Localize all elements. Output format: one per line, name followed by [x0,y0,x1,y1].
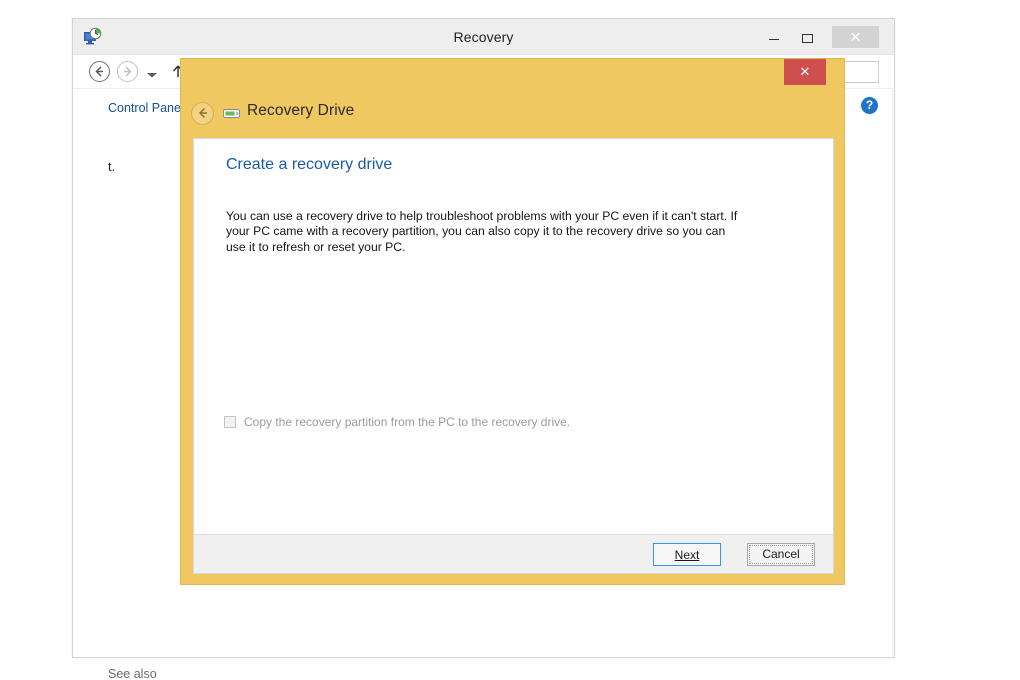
next-button[interactable]: Next [653,543,721,566]
back-arrow-icon [90,62,109,81]
forward-button[interactable] [117,61,138,82]
copy-partition-checkbox[interactable] [224,416,236,428]
next-button-label: Next [674,547,700,562]
back-button[interactable] [89,61,110,82]
copy-partition-label: Copy the recovery partition from the PC … [244,415,571,429]
dialog-body: Create a recovery drive You can use a re… [193,138,834,574]
recovery-drive-dialog: ✕ Recovery Drive Create a recovery drive… [180,58,845,585]
dialog-close-button[interactable]: ✕ [784,59,826,85]
wizard-heading: Create a recovery drive [226,156,393,173]
dialog-footer: Next Cancel [194,534,833,573]
maximize-button[interactable] [792,26,822,48]
maximize-icon [801,33,813,43]
copy-partition-option[interactable]: Copy the recovery partition from the PC … [224,415,570,429]
window-title-bar: Recovery ✕ [73,19,894,55]
forward-arrow-icon [118,62,137,81]
minimize-icon [769,39,779,41]
wizard-page: Create a recovery drive You can use a re… [194,139,833,536]
chevron-down-icon [146,67,158,82]
desktop-background: Recovery ✕ Control Pane ? t. See also ✕ … [0,0,1020,680]
breadcrumb-control-panel-link[interactable]: Control Pane [108,101,181,115]
close-button[interactable]: ✕ [832,26,879,48]
dialog-back-button[interactable] [191,102,214,125]
back-arrow-icon [193,107,213,126]
usb-drive-icon [223,107,241,120]
dialog-title: Recovery Drive [247,102,355,119]
see-also-label: See also [108,667,157,680]
content-divider [892,89,893,657]
minimize-button[interactable] [759,26,789,48]
recent-locations-button[interactable] [145,67,159,78]
wizard-description: You can use a recovery drive to help tro… [226,209,738,254]
dialog-title-bar: ✕ Recovery Drive [181,59,844,138]
help-icon[interactable]: ? [861,97,878,114]
cancel-button[interactable]: Cancel [747,543,815,566]
cancel-button-label: Cancel [749,545,813,564]
